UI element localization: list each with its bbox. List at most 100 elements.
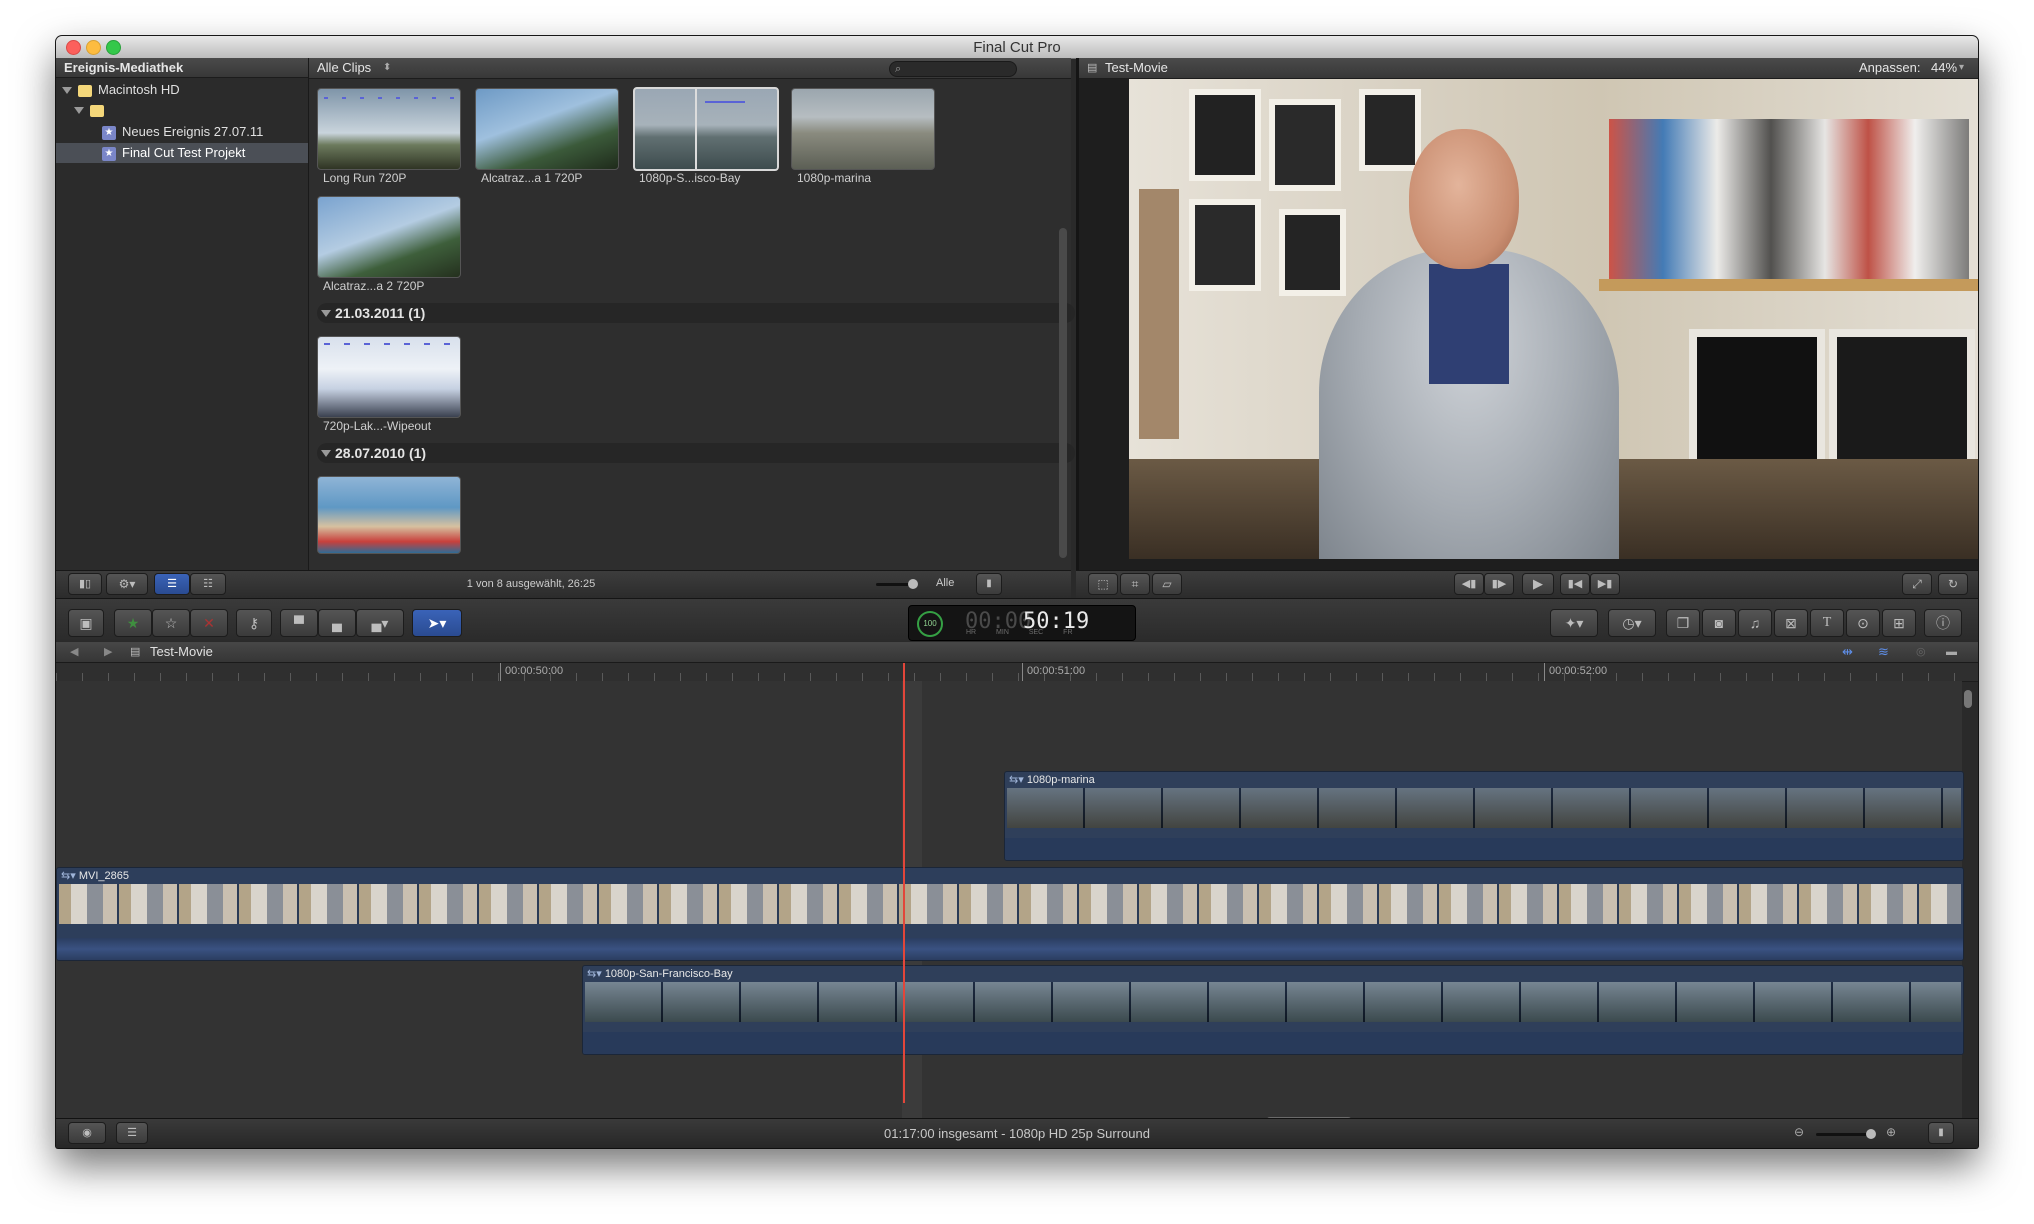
clip-thumbnail[interactable] [317,196,461,278]
folder-icon [90,104,104,117]
clip-name: 1080p-San-Francisco-Bay [604,968,733,980]
clip-menu-icon[interactable]: ⇆▾ [61,870,76,882]
date-group-header[interactable]: 28.07.2010 (1) [317,443,1075,463]
search-input[interactable]: ⌕ [889,61,1017,77]
back-arrow-icon[interactable]: ◀ [70,642,78,662]
gear-icon[interactable]: ⚙▾ [106,573,148,595]
zoom-level[interactable]: 44% [1931,58,1957,78]
ruler-timecode: 00:00:51:00 [1022,663,1085,681]
clip-thumbnail-selected[interactable] [633,87,779,171]
fullscreen-icon[interactable]: ⤢ [1902,573,1932,595]
document-icon: ▤ [130,646,141,658]
generators-icon[interactable]: ⊙ [1846,609,1880,637]
keyword-key-icon[interactable]: ⚷ [236,609,272,637]
slider-knob[interactable] [1866,1129,1876,1139]
play-icon[interactable]: ▶ [1522,573,1554,595]
clip-thumbnail[interactable] [317,88,461,170]
browser-header: Alle Clips ⬍ ⌕ [309,58,1071,79]
sidebar-toggle-icon[interactable]: ▮▯ [68,573,102,595]
playhead[interactable] [903,663,905,1103]
music-note-icon[interactable]: ♫ [1738,609,1772,637]
unrate-star-icon[interactable]: ☆ [152,609,190,637]
filmstrip [1007,788,1961,828]
timeline-zoom-slider[interactable] [1816,1129,1876,1139]
clip-thumbnail[interactable] [791,88,935,170]
list-view-icon[interactable]: ☷ [190,573,226,595]
search-icon: ⌕ [895,63,902,75]
timeline-clip-connected-bottom[interactable]: ⇆▾ 1080p-San-Francisco-Bay [582,965,1964,1055]
picture-frame [1279,209,1346,296]
import-camera-icon[interactable]: ▣ [68,609,104,637]
filmstrip-view-icon[interactable]: ☰ [154,573,190,595]
zoom-out-icon[interactable]: ⊖ [1794,1125,1804,1139]
play-reverse-icon[interactable]: ◀▮ [1454,573,1484,595]
library-item-event[interactable]: ★ Neues Ereignis 27.07.11 [102,122,263,142]
disclosure-triangle-icon[interactable] [321,450,331,457]
step-forward-icon[interactable]: ▮▶ [1484,573,1514,595]
duration-filter[interactable]: Alle [936,577,954,589]
inspector-info-icon[interactable]: ⓘ [1924,609,1962,637]
photo-browser-camera-icon[interactable]: ◙ [1702,609,1736,637]
go-to-end-icon[interactable]: ▶▮ [1590,573,1620,595]
crop-icon[interactable]: ⌗ [1120,573,1150,595]
skimming-icon[interactable]: ⇹ [1842,642,1853,662]
ruler-timecode: 00:00:50:00 [500,663,563,681]
timeline-clip-connected-top[interactable]: ⇆▾ 1080p-marina [1004,771,1964,861]
loop-icon[interactable]: ↻ [1938,573,1968,595]
disclosure-triangle-icon[interactable] [321,310,331,317]
house-icon [78,84,92,97]
effects-browser-icon[interactable]: ❐ [1666,609,1700,637]
retime-icon[interactable]: ◷▾ [1608,609,1656,637]
thumbnail-size-slider[interactable] [876,579,918,589]
clip-menu-icon[interactable]: ⇆▾ [1009,774,1024,786]
library-item-project[interactable]: ★ Final Cut Test Projekt [102,143,245,163]
themes-icon[interactable]: ⊞ [1882,609,1916,637]
audio-skimming-icon[interactable]: ≋ [1878,642,1889,662]
ruler-ticks [56,673,1978,681]
timeline-area[interactable]: ⇆▾ 1080p-marina ⇆▾ MVI_2865 ⇆▾ 1080p-San… [56,681,1964,1137]
append-clip-icon[interactable]: ▄▾ [356,609,404,637]
forward-arrow-icon[interactable]: ▶ [104,642,112,662]
clip-thumbnail[interactable] [317,336,461,418]
filmstrip [59,884,1961,924]
viewer: ▤ Test-Movie Anpassen: 44% ▾ [1076,58,1978,582]
chevron-down-icon[interactable]: ▾ [1959,58,1964,78]
insert-clip-icon[interactable]: ▄ [318,609,356,637]
transitions-icon[interactable]: ⊠ [1774,609,1808,637]
disclosure-triangle-icon[interactable] [62,87,72,95]
disclosure-triangle-icon[interactable] [74,107,84,115]
favorite-star-icon[interactable]: ★ [114,609,152,637]
select-tool-arrow-icon[interactable]: ➤▾ [412,609,462,637]
date-group-header[interactable]: 21.03.2011 (1) [317,303,1075,323]
go-to-start-icon[interactable]: ▮◀ [1560,573,1590,595]
switch-icon[interactable]: ▮ [976,573,1002,595]
library-item-folder[interactable] [74,100,110,120]
enhance-wand-icon[interactable]: ✦▾ [1550,609,1598,637]
clip-menu-icon[interactable]: ⇆▾ [587,968,602,980]
timeline-ruler[interactable]: 00:00:50:00 00:00:51:00 00:00:52:00 [56,663,1978,682]
titles-icon[interactable]: T [1810,609,1844,637]
clip-appearance-icon[interactable]: ▮ [1928,1122,1954,1144]
library-item-disk[interactable]: Macintosh HD [62,80,180,100]
solo-icon[interactable]: ◎ [1916,642,1926,662]
slider-knob[interactable] [908,579,918,589]
ruler-timecode: 00:00:52:00 [1544,663,1607,681]
clip-thumbnail[interactable] [317,476,461,554]
event-browser: Alle Clips ⬍ ⌕ Long Run 720P Alcatraz...… [309,58,1075,582]
picture-frame [1189,199,1261,291]
timeline-header: ◀ ▶ ▤ Test-Movie ⇹ ≋ ◎ ▬ [56,642,1978,663]
snapping-icon[interactable]: ▬ [1946,642,1957,662]
audio-waveform [583,1032,1963,1054]
timeline-clip-primary[interactable]: ⇆▾ MVI_2865 [56,867,1964,961]
reject-icon[interactable]: ✕ [190,609,228,637]
zoom-in-icon[interactable]: ⊕ [1886,1125,1896,1139]
clip-filter[interactable]: Alle Clips [317,58,371,78]
chevron-updown-icon[interactable]: ⬍ [383,58,391,78]
connect-clip-icon[interactable]: ▀ [280,609,318,637]
timecode-display[interactable]: 100 00:00 50:19 HR MIN SEC FR [908,605,1136,641]
clip-thumbnail[interactable] [475,88,619,170]
distort-icon[interactable]: ▱ [1152,573,1182,595]
transform-icon[interactable]: ⬚ [1088,573,1118,595]
timeline-vertical-scrollbar[interactable] [1964,690,1972,708]
browser-scrollbar[interactable] [1059,228,1067,558]
